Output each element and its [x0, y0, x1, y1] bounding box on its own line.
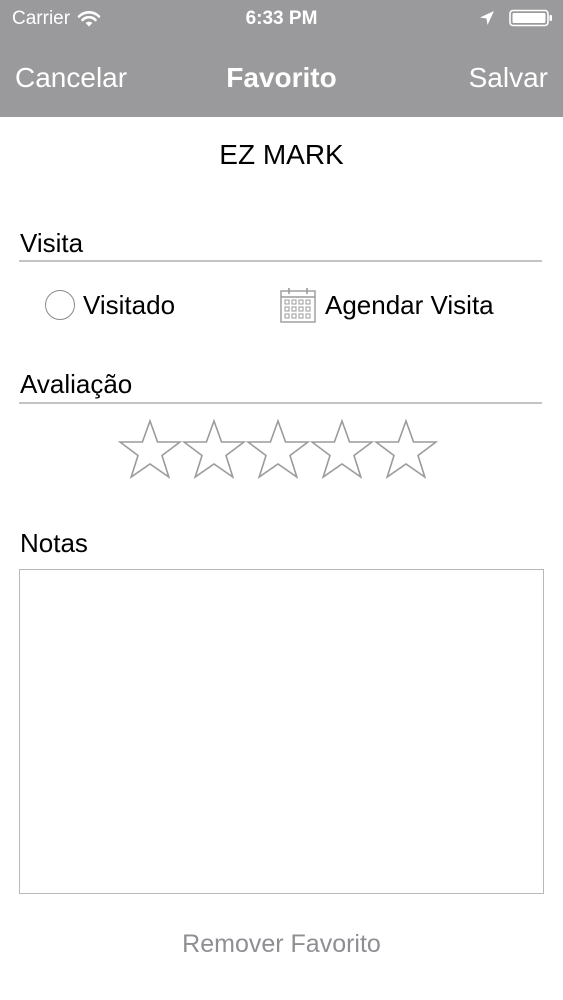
- calendar-icon: [280, 288, 316, 323]
- nav-bar: Cancelar Favorito Salvar: [0, 38, 563, 117]
- star-icon[interactable]: [310, 418, 374, 482]
- notes-textarea[interactable]: [19, 569, 544, 894]
- visit-divider: [19, 260, 542, 262]
- rating-divider: [19, 402, 542, 404]
- visit-section-label: Visita: [20, 228, 84, 258]
- visited-checkbox[interactable]: Visitado: [45, 289, 175, 321]
- save-button[interactable]: Salvar: [469, 60, 548, 96]
- star-icon[interactable]: [374, 418, 438, 482]
- star-icon[interactable]: [118, 418, 182, 482]
- radio-circle-icon: [45, 290, 75, 320]
- schedule-visit-button[interactable]: Agendar Visita: [279, 286, 494, 324]
- remove-favorite-button[interactable]: Remover Favorito: [0, 928, 563, 960]
- status-bar: Carrier 6:33 PM: [0, 0, 563, 38]
- location-arrow-icon: [480, 11, 494, 25]
- status-right: [479, 9, 553, 27]
- rating-section-label: Avaliação: [20, 369, 133, 399]
- place-name: EZ MARK: [219, 139, 344, 170]
- star-icon[interactable]: [246, 418, 310, 482]
- star-rating[interactable]: [118, 418, 438, 482]
- notes-section-label: Notas: [20, 528, 88, 558]
- star-icon[interactable]: [182, 418, 246, 482]
- visited-label: Visitado: [83, 290, 176, 320]
- schedule-visit-label: Agendar Visita: [325, 290, 494, 320]
- battery-icon: [509, 9, 552, 27]
